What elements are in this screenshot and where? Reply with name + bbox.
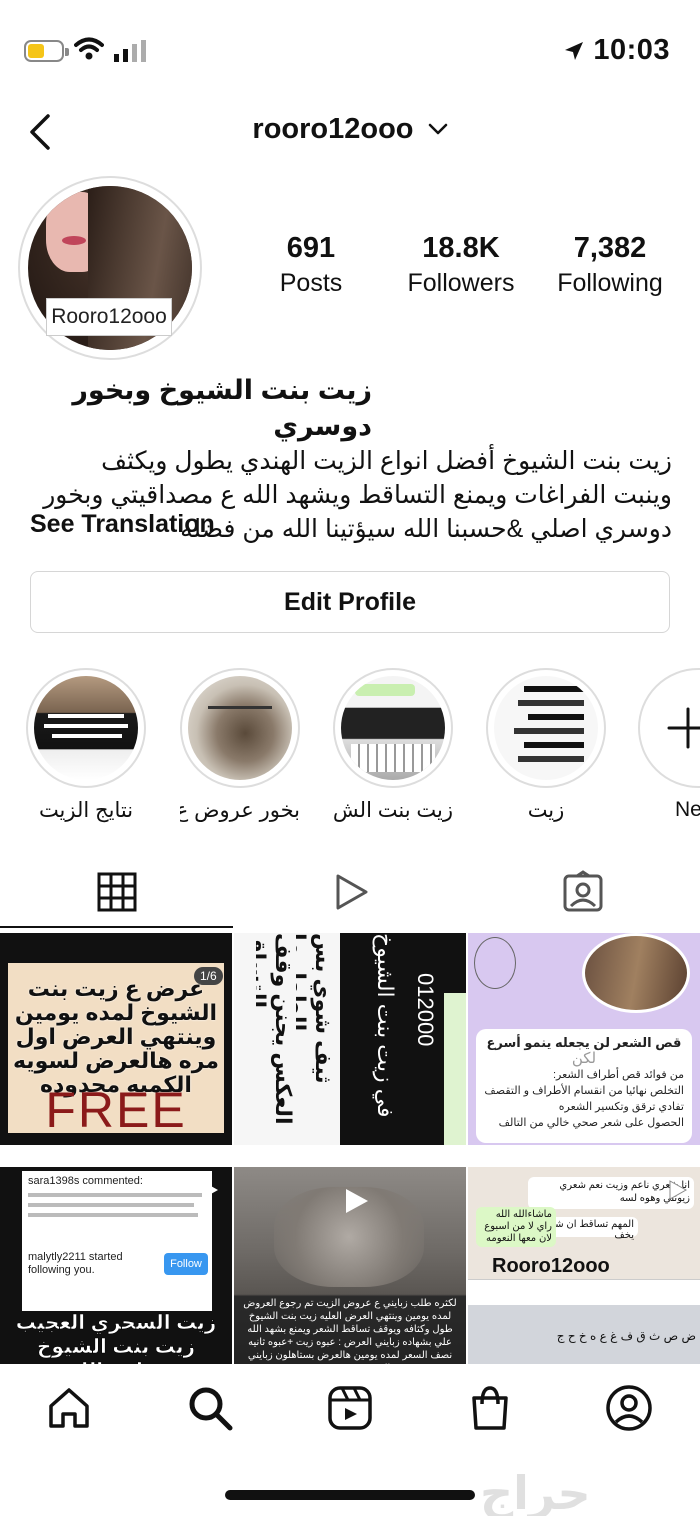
highlight-results[interactable]: نتايج الزيت	[26, 668, 146, 823]
shop-icon[interactable]	[466, 1384, 514, 1432]
post-tile[interactable]: انا شعري ناعم وزيت نعم شعري زيونتي وهوه …	[468, 1167, 700, 1379]
posts-grid: 1/6 عرض ع زيت بنت الشيوخ لمده يومين وينت…	[0, 933, 700, 1379]
card-subtitle: من فوائد قص أطراف الشعر:	[552, 1069, 684, 1081]
post-caption-line: عرض ع زيت بنت	[27, 976, 205, 1001]
followers-label: Followers	[407, 269, 515, 297]
watermark-logo: حراج	[480, 1467, 591, 1516]
status-bar: 10:03	[0, 0, 700, 100]
post-caption-line: 012000	[413, 973, 438, 1047]
followers-stat[interactable]: 18.8K Followers	[386, 232, 536, 298]
post-caption-line: في زيت بنت الشيوخ	[373, 933, 398, 1118]
highlight-cover	[188, 676, 292, 780]
username-switcher[interactable]: rooro12ooo	[0, 112, 700, 146]
highlight-cover	[34, 676, 138, 780]
hair-photo	[582, 933, 690, 1013]
see-translation-link[interactable]: See Translation	[30, 510, 215, 539]
chat-bubble: ماشاءالله الله راي لا من اسبوع لان معها …	[476, 1207, 556, 1247]
highlight-label: نتايج الزيت	[38, 799, 134, 822]
profile-header: rooro12ooo	[0, 100, 700, 170]
follow-button: Follow	[164, 1253, 208, 1275]
highlight-new[interactable]: New	[638, 668, 700, 822]
chevron-down-icon	[428, 124, 447, 135]
post-tile[interactable]: العكس يجنن وقف التساق ثيف شوي بس الطول م…	[234, 933, 466, 1145]
home-icon[interactable]	[45, 1384, 93, 1432]
keyboard-row: ض ص ث ق ف غ ع ه خ ح ج	[556, 1329, 696, 1343]
card-bullet: الحصول على شعر صحي خالي من التالف	[498, 1117, 684, 1129]
wifi-icon	[74, 37, 104, 60]
highlight-cover	[494, 676, 598, 780]
post-tile[interactable]: قص الشعر لن يجعله ينمو أسرع لكن من فوائد…	[468, 933, 700, 1145]
tagged-tab-icon[interactable]	[561, 870, 605, 914]
followers-count: 18.8K	[422, 232, 500, 264]
profile-tabs	[0, 856, 700, 928]
highlight-label: زيت	[527, 799, 565, 822]
plus-icon	[667, 707, 700, 749]
reel-indicator-icon	[346, 1189, 368, 1213]
reels-icon[interactable]	[326, 1384, 374, 1432]
edit-profile-button[interactable]: Edit Profile	[30, 571, 670, 633]
following-stat[interactable]: 7,382 Following	[535, 232, 685, 298]
grid-tab-icon[interactable]	[95, 870, 139, 914]
posts-stat[interactable]: 691 Posts	[236, 232, 386, 298]
location-arrow-icon	[565, 41, 584, 60]
posts-label: Posts	[279, 269, 343, 297]
active-tab-indicator	[0, 926, 233, 928]
notification-screenshot	[22, 1171, 212, 1311]
highlight-incense-offers[interactable]: بخور عروض ع...	[180, 668, 300, 823]
home-indicator	[225, 1490, 475, 1500]
battery-icon	[24, 40, 69, 62]
post-caption: عرض ع زيت بنت الشيوخ لمده يومين وينتهي ا…	[10, 977, 222, 1097]
post-tile[interactable]: sara1398s commented: malytly2211 started…	[0, 1167, 232, 1379]
card-bullet: التخلص نهائيا من انقسام الأطراف و التقصف	[484, 1085, 684, 1097]
card-title: قص الشعر لن يجعله ينمو أسرع	[486, 1035, 682, 1050]
post-caption-line: مره هالعرض لسويه	[12, 1048, 220, 1073]
highlight-cover	[341, 676, 445, 780]
avatar-name-tag: Rooro12ooo	[46, 298, 172, 336]
highlight-label: New	[675, 798, 700, 821]
reels-tab-icon[interactable]	[328, 870, 372, 914]
following-label: Following	[557, 269, 663, 297]
brand-logo	[474, 937, 516, 989]
bio-display-name: زيت بنت الشيوخ وبخور دوسري	[72, 375, 372, 441]
info-card: قص الشعر لن يجعله ينمو أسرع لكن من فوائد…	[476, 1029, 692, 1143]
bio-line: وينبت الفراغات ويمنع التساقط ويشهد الله …	[43, 481, 672, 509]
profile-icon[interactable]	[605, 1384, 653, 1432]
watermark-tag: Rooro12ooo	[492, 1255, 610, 1277]
post-caption-line: وينتهي العرض اول	[15, 1024, 217, 1049]
comment-notification: sara1398s commented:	[28, 1175, 143, 1187]
posts-count: 691	[286, 232, 336, 264]
highlight-oil-daughter[interactable]: زيت بنت الش...	[333, 668, 453, 823]
post-tile[interactable]: 1/6 عرض ع زيت بنت الشيوخ لمده يومين وينت…	[0, 933, 232, 1145]
cellular-signal-icon	[114, 40, 146, 62]
reel-indicator-icon	[669, 1180, 688, 1200]
status-time: 10:03	[593, 34, 670, 66]
highlight-oil[interactable]: زيت	[486, 668, 606, 823]
post-caption-line: العكس يجنن وقف التساق	[256, 933, 296, 1125]
bio-line: زيت بنت الشيوخ أفضل انواع الزيت الهندي ي…	[101, 447, 672, 475]
search-icon[interactable]	[186, 1384, 234, 1432]
following-count: 7,382	[573, 232, 647, 264]
reel-indicator-icon	[202, 1181, 218, 1199]
follow-notification: malytly2211 started following you.	[28, 1251, 123, 1276]
card-emphasis: لكن	[571, 1050, 597, 1067]
post-caption-line: الشيوخ لمده يومين	[14, 1000, 218, 1025]
highlight-label: زيت بنت الش...	[333, 799, 453, 822]
card-bullet: تفادي ترقق وتكسير الشعره	[558, 1101, 684, 1113]
clock-area: 10:03	[563, 34, 670, 67]
highlight-label: بخور عروض ع...	[180, 799, 300, 822]
username: rooro12ooo	[252, 112, 414, 145]
post-tile[interactable]: لكثره طلب زبايني ع عروض الزيت تم رجوع ال…	[234, 1167, 466, 1379]
free-label: FREE	[45, 1082, 187, 1138]
post-caption-line: ثيف شوي بس الطول ما	[296, 933, 336, 1084]
